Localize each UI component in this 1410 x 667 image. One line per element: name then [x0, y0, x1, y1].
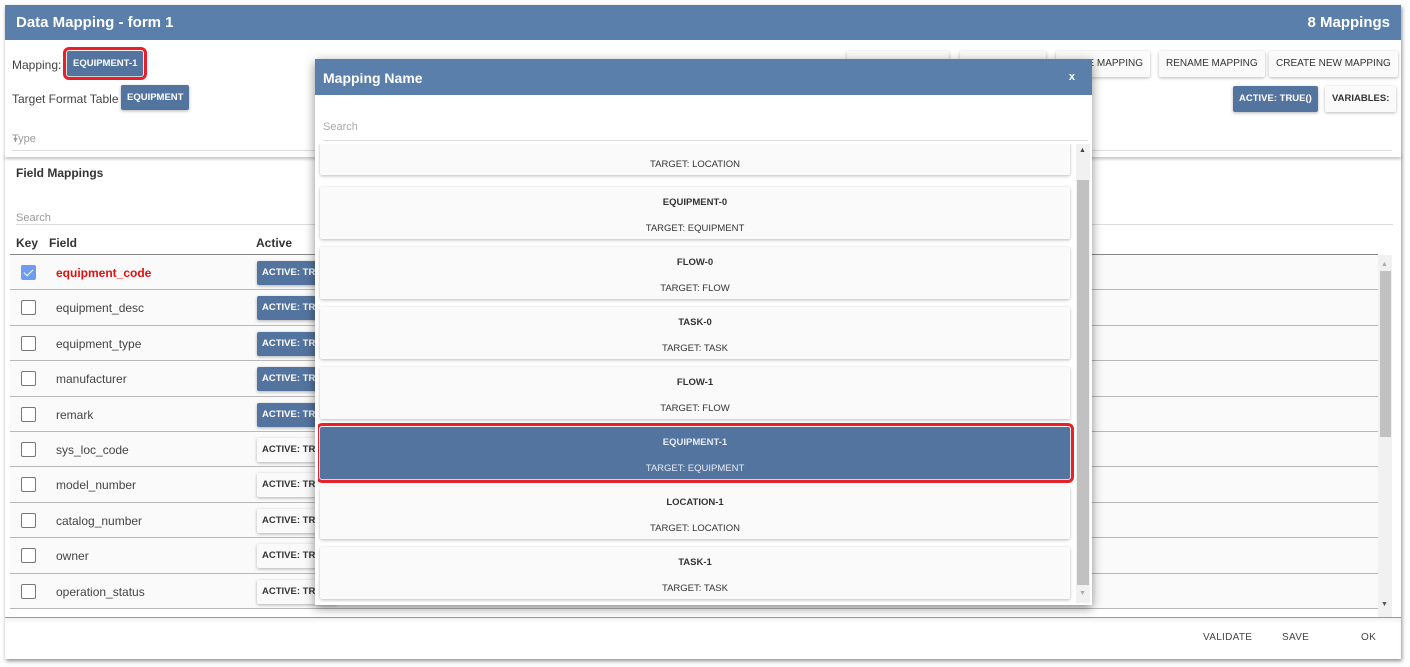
mapping-item[interactable]: EQUIPMENT-0 TARGET: EQUIPMENT [320, 187, 1070, 239]
mapping-item-target: TARGET: TASK [662, 343, 728, 354]
key-checkbox[interactable] [21, 512, 36, 528]
save-button[interactable]: SAVE [1282, 632, 1309, 643]
column-header-field[interactable]: Field [49, 236, 77, 250]
field-mappings-title: Field Mappings [16, 166, 104, 180]
window-titlebar: Data Mapping - form 1 8 Mappings [5, 5, 1401, 40]
key-checkbox[interactable] [21, 371, 36, 387]
target-format-button[interactable]: EQUIPMENT [121, 85, 190, 110]
key-checkbox[interactable] [21, 548, 36, 564]
mapping-list-scrollbar[interactable]: ▲ ▼ [1076, 144, 1090, 603]
mapping-search-placeholder: Search [323, 121, 358, 133]
scroll-down-icon[interactable]: ▼ [1079, 590, 1086, 597]
mapping-active-button[interactable]: ACTIVE: TRUE() [1233, 86, 1318, 112]
mapping-name-modal: Mapping Name x Search TARGET: LOCATION EQ… [315, 59, 1092, 605]
field-search-placeholder: Search [16, 212, 51, 224]
mapping-item-target: TARGET: TASK [662, 583, 728, 594]
target-format-label: Target Format Table [12, 92, 119, 106]
rename-mapping-button[interactable]: RENAME MAPPING [1159, 51, 1265, 77]
window-title: Data Mapping - form 1 [16, 14, 174, 31]
mapping-item[interactable]: TASK-0 TARGET: TASK [320, 307, 1070, 359]
column-header-key[interactable]: Key [16, 236, 38, 250]
field-name: owner [56, 549, 89, 564]
modal-header: Mapping Name x [315, 59, 1092, 95]
mapping-select-button[interactable]: EQUIPMENT-1 [62, 47, 148, 80]
field-name: equipment_code [56, 266, 152, 280]
field-name: model_number [56, 478, 137, 493]
mapping-item-target: TARGET: FLOW [660, 403, 730, 414]
key-checkbox[interactable] [21, 335, 36, 351]
field-name: equipment_type [56, 336, 142, 351]
mapping-item-target: TARGET: EQUIPMENT [645, 223, 745, 234]
mapping-count: 8 Mappings [1307, 14, 1390, 31]
mapping-item-name: TASK-0 [678, 317, 712, 328]
mapping-item[interactable]: FLOW-0 TARGET: FLOW [320, 247, 1070, 299]
key-checkbox[interactable] [21, 477, 36, 493]
key-checkbox[interactable] [21, 265, 36, 280]
key-checkbox[interactable] [21, 300, 36, 316]
mapping-item-name: TASK-1 [678, 557, 712, 568]
ok-button[interactable]: OK [1361, 632, 1376, 643]
mapping-list: TARGET: LOCATION EQUIPMENT-0 TARGET: EQUIP… [318, 144, 1074, 602]
close-icon[interactable]: x [1069, 71, 1075, 83]
mapping-search-input[interactable]: Search [323, 117, 1088, 141]
mapping-item-target: TARGET: EQUIPMENT [645, 463, 745, 474]
validate-button[interactable]: VALIDATE [1203, 632, 1252, 643]
field-name: equipment_desc [56, 301, 145, 316]
mapping-item-name: FLOW-1 [676, 377, 714, 388]
key-checkbox[interactable] [21, 441, 36, 457]
variables-button[interactable]: VARIABLES: [1325, 86, 1397, 112]
mapping-item[interactable]: TARGET: LOCATION [320, 144, 1070, 175]
mapping-label: Mapping: [12, 58, 62, 72]
mapping-item-name: LOCATION-1 [666, 497, 724, 508]
mapping-item-name: EQUIPMENT-1 [662, 437, 728, 448]
column-header-active[interactable]: Active [256, 236, 292, 250]
mapping-item-target: TARGET: FLOW [660, 283, 730, 294]
mapping-item[interactable]: FLOW-1 TARGET: FLOW [320, 367, 1070, 419]
field-name: remark [56, 407, 94, 422]
mapping-item-selected[interactable]: EQUIPMENT-1 TARGET: EQUIPMENT [318, 423, 1074, 483]
scrollbar-thumb[interactable] [1077, 180, 1089, 585]
scrollbar-thumb[interactable] [1380, 271, 1391, 437]
mapping-item[interactable]: LOCATION-1 TARGET: LOCATION [320, 487, 1070, 539]
dialog-footer: VALIDATE SAVE OK [5, 617, 1401, 659]
field-name: catalog_number [56, 513, 143, 528]
field-table-scrollbar[interactable]: ▲ ▼ [1378, 255, 1392, 617]
mapping-item[interactable]: TASK-1 TARGET: TASK [320, 547, 1070, 599]
modal-title: Mapping Name [323, 70, 423, 86]
create-new-mapping-button[interactable]: CREATE NEW MAPPING [1269, 51, 1398, 77]
field-name: sys_loc_code [56, 442, 129, 457]
mapping-item-target: TARGET: LOCATION [650, 159, 740, 170]
mapping-item-target: TARGET: LOCATION [650, 523, 740, 534]
mapping-item-name: FLOW-0 [676, 257, 714, 268]
mapping-item-name: EQUIPMENT-0 [662, 197, 728, 208]
field-name: manufacturer [56, 372, 127, 387]
key-checkbox[interactable] [21, 583, 36, 599]
scroll-down-icon[interactable]: ▼ [1381, 601, 1388, 608]
scroll-up-icon[interactable]: ▲ [1381, 261, 1388, 268]
scroll-up-icon[interactable]: ▲ [1079, 147, 1086, 154]
key-checkbox[interactable] [21, 406, 36, 422]
field-name: operation_status [56, 584, 145, 599]
